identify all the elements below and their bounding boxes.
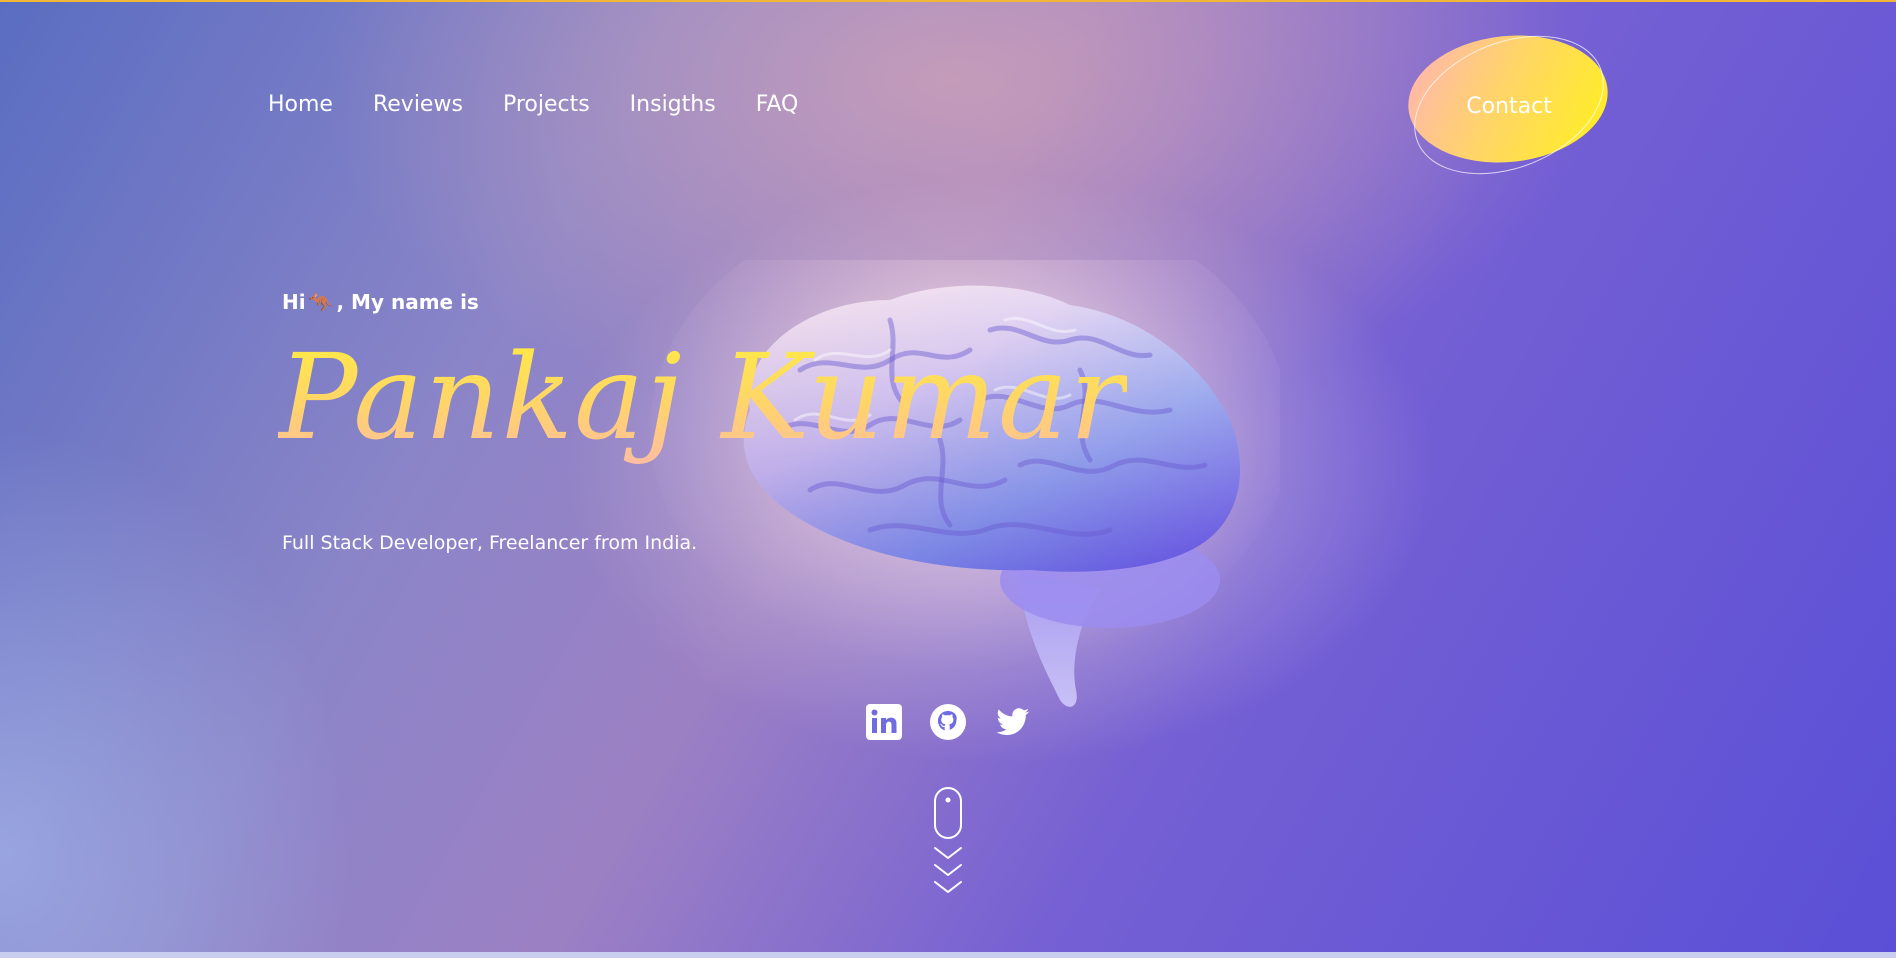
nav-link-reviews[interactable]: Reviews <box>373 92 463 117</box>
top-accent-line <box>0 0 1896 2</box>
bottom-edge-strip <box>0 952 1896 958</box>
twitter-icon[interactable] <box>992 702 1032 742</box>
contact-button[interactable]: Contact <box>1393 9 1625 201</box>
github-icon[interactable] <box>928 702 968 742</box>
greeting-suffix: , My name is <box>336 290 479 314</box>
main-nav: Home Reviews Projects Insigths FAQ <box>268 92 798 117</box>
hero-name: Pankaj Kumar <box>278 322 1127 472</box>
hero-greeting: Hi 🦘 , My name is <box>282 290 479 314</box>
contact-button-label: Contact <box>1466 94 1552 119</box>
kangaroo-emoji-icon: 🦘 <box>308 290 334 314</box>
nav-link-projects[interactable]: Projects <box>503 92 590 117</box>
linkedin-icon[interactable] <box>864 702 904 742</box>
nav-link-faq[interactable]: FAQ <box>756 92 799 117</box>
scroll-down-mouse-icon[interactable] <box>932 786 964 904</box>
nav-link-insights[interactable]: Insigths <box>630 92 716 117</box>
page: Home Reviews Projects Insigths FAQ Conta… <box>0 0 1896 958</box>
social-links <box>864 702 1032 742</box>
hero-tagline: Full Stack Developer, Freelancer from In… <box>282 532 698 554</box>
nav-link-home[interactable]: Home <box>268 92 333 117</box>
greeting-prefix: Hi <box>282 290 306 314</box>
